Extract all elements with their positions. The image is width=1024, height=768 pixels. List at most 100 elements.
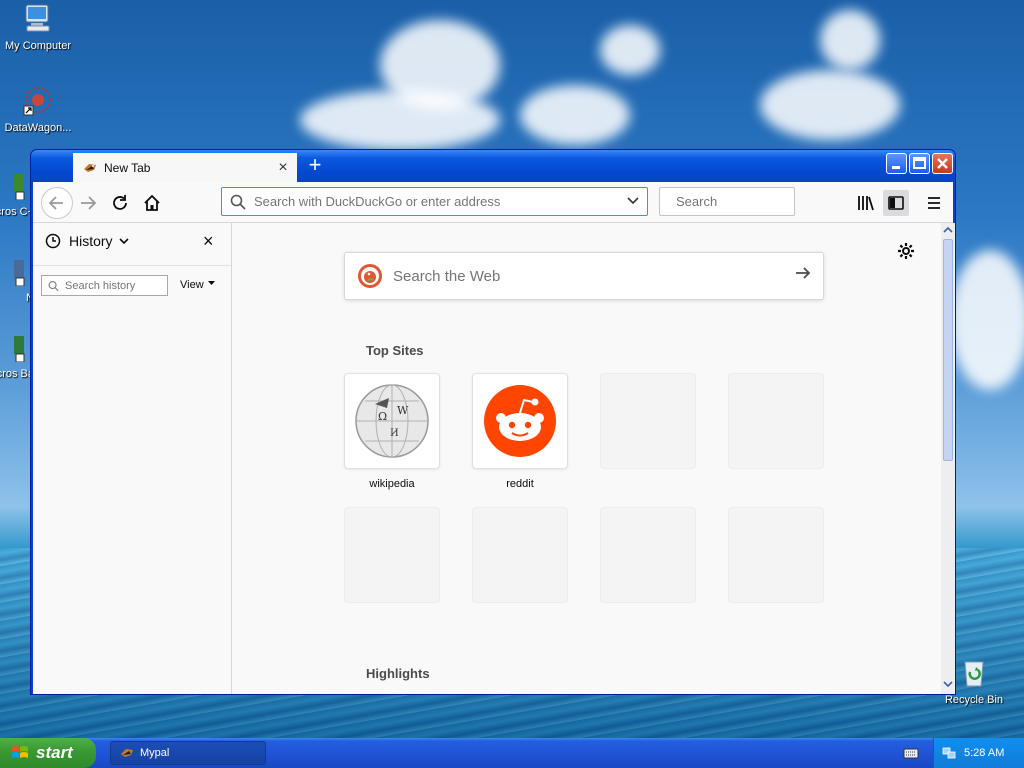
- top-site-tile-empty: [344, 507, 440, 603]
- search-input[interactable]: [674, 193, 854, 210]
- cloud: [820, 10, 880, 70]
- clock[interactable]: 5:28 AM: [964, 747, 1004, 759]
- search-bar[interactable]: [659, 187, 854, 216]
- navigation-toolbar: [33, 182, 953, 223]
- reload-button[interactable]: [107, 190, 133, 216]
- sidebar-icon: [888, 196, 904, 210]
- divider: [33, 265, 231, 266]
- search-icon: [230, 194, 246, 210]
- forward-button[interactable]: [75, 190, 101, 216]
- new-tab-button[interactable]: +: [303, 153, 327, 177]
- close-icon: [937, 158, 948, 169]
- forward-arrow-icon: [81, 196, 97, 210]
- maximize-icon: [913, 157, 926, 169]
- start-label: start: [36, 743, 73, 762]
- history-sidebar: History × View: [33, 223, 232, 694]
- taskbar-button-mypal[interactable]: Mypal: [110, 741, 266, 765]
- sidebar-title: History: [69, 233, 113, 249]
- view-menu-button[interactable]: View: [180, 279, 216, 291]
- top-site-tile-empty: [600, 373, 696, 469]
- mypal-icon: [121, 749, 133, 757]
- top-sites-heading: Top Sites: [366, 343, 424, 358]
- app-icon: [14, 260, 25, 287]
- cloud: [300, 90, 500, 150]
- menu-button[interactable]: [921, 190, 947, 216]
- dropdown-arrow-icon: [207, 281, 215, 285]
- svg-text:Ω: Ω: [378, 410, 387, 423]
- recycle-bin-icon: [964, 661, 984, 687]
- maximize-button[interactable]: [909, 153, 930, 174]
- web-search-box[interactable]: [344, 252, 824, 300]
- tab-title: New Tab: [104, 160, 151, 175]
- browser-window: New Tab × + Search with DuckDuckGo or en…: [30, 149, 956, 695]
- library-button[interactable]: [853, 190, 879, 216]
- network-icon[interactable]: [942, 746, 956, 760]
- reddit-alien-icon: [484, 385, 556, 457]
- app-icon: [14, 174, 25, 201]
- arrow-right-icon: [796, 267, 811, 279]
- sidebar-close-button[interactable]: ×: [203, 231, 214, 252]
- desktop-icon-my-computer[interactable]: My Computer: [0, 2, 76, 52]
- svg-text:W: W: [397, 404, 409, 417]
- cloud: [950, 250, 1024, 390]
- duckduckgo-icon: [358, 264, 382, 288]
- clock-icon: [45, 233, 61, 249]
- home-button[interactable]: [139, 190, 165, 216]
- back-button[interactable]: [41, 187, 73, 219]
- history-search-field[interactable]: [41, 275, 168, 296]
- svg-text:И: И: [390, 428, 399, 439]
- new-tab-page: Top Sites Ω W И wikipedia: [232, 223, 941, 694]
- top-site-tile-empty: [728, 373, 824, 469]
- tab-close-button[interactable]: ×: [273, 159, 293, 177]
- address-input[interactable]: [252, 193, 619, 210]
- top-site-label: reddit: [506, 478, 534, 490]
- datawagon-icon: [23, 87, 51, 116]
- taskbar-button-label: Mypal: [140, 747, 170, 759]
- home-icon: [144, 194, 160, 211]
- reload-icon: [113, 195, 127, 210]
- top-site-tile-wikipedia[interactable]: Ω W И: [344, 373, 440, 469]
- scroll-down-button[interactable]: [942, 678, 954, 692]
- gear-icon[interactable]: [896, 241, 916, 261]
- app-icon: [14, 336, 25, 363]
- top-site-tile-empty: [600, 507, 696, 603]
- desktop-icon-datawagon[interactable]: DataWagon...: [0, 84, 76, 134]
- desktop-icon-label: My Computer: [4, 40, 72, 52]
- start-button[interactable]: start: [0, 738, 96, 768]
- url-dropdown-button[interactable]: [619, 193, 647, 210]
- view-label: View: [180, 279, 204, 291]
- address-bar[interactable]: [221, 187, 648, 216]
- hamburger-menu-icon: [928, 197, 940, 209]
- highlights-heading: Highlights: [366, 666, 430, 681]
- taskbar: start Mypal 5:28 AM: [0, 738, 1024, 768]
- minimize-button[interactable]: [886, 153, 907, 174]
- chevron-down-icon: [118, 238, 129, 245]
- library-icon: [858, 196, 874, 211]
- close-window-button[interactable]: [932, 153, 953, 174]
- cloud: [520, 85, 630, 145]
- scroll-up-button[interactable]: [942, 224, 954, 238]
- history-search-input[interactable]: [63, 278, 167, 293]
- sidebar-toggle-button[interactable]: [883, 190, 909, 216]
- back-arrow-icon: [48, 196, 63, 210]
- chevron-down-icon: [627, 197, 639, 205]
- web-search-input[interactable]: [391, 266, 783, 286]
- scroll-thumb[interactable]: [943, 239, 953, 461]
- title-bar[interactable]: New Tab × +: [31, 150, 955, 182]
- cloud: [760, 70, 900, 140]
- tab-new-tab[interactable]: New Tab ×: [73, 151, 297, 182]
- search-icon: [48, 280, 59, 291]
- wikipedia-globe-icon: Ω W И: [355, 384, 429, 458]
- keyboard-icon[interactable]: [903, 746, 919, 760]
- mypal-favicon-icon: [84, 163, 96, 172]
- top-site-label: wikipedia: [369, 478, 415, 490]
- sidebar-switcher[interactable]: History: [45, 233, 131, 249]
- windows-logo-icon: [12, 746, 28, 758]
- web-search-submit-button[interactable]: [783, 263, 823, 289]
- top-site-tile-empty: [728, 507, 824, 603]
- vertical-scrollbar[interactable]: [941, 223, 955, 694]
- chevron-down-icon: [943, 681, 953, 688]
- system-tray: 5:28 AM: [933, 738, 1024, 768]
- top-site-tile-reddit[interactable]: [472, 373, 568, 469]
- computer-icon: [25, 4, 50, 32]
